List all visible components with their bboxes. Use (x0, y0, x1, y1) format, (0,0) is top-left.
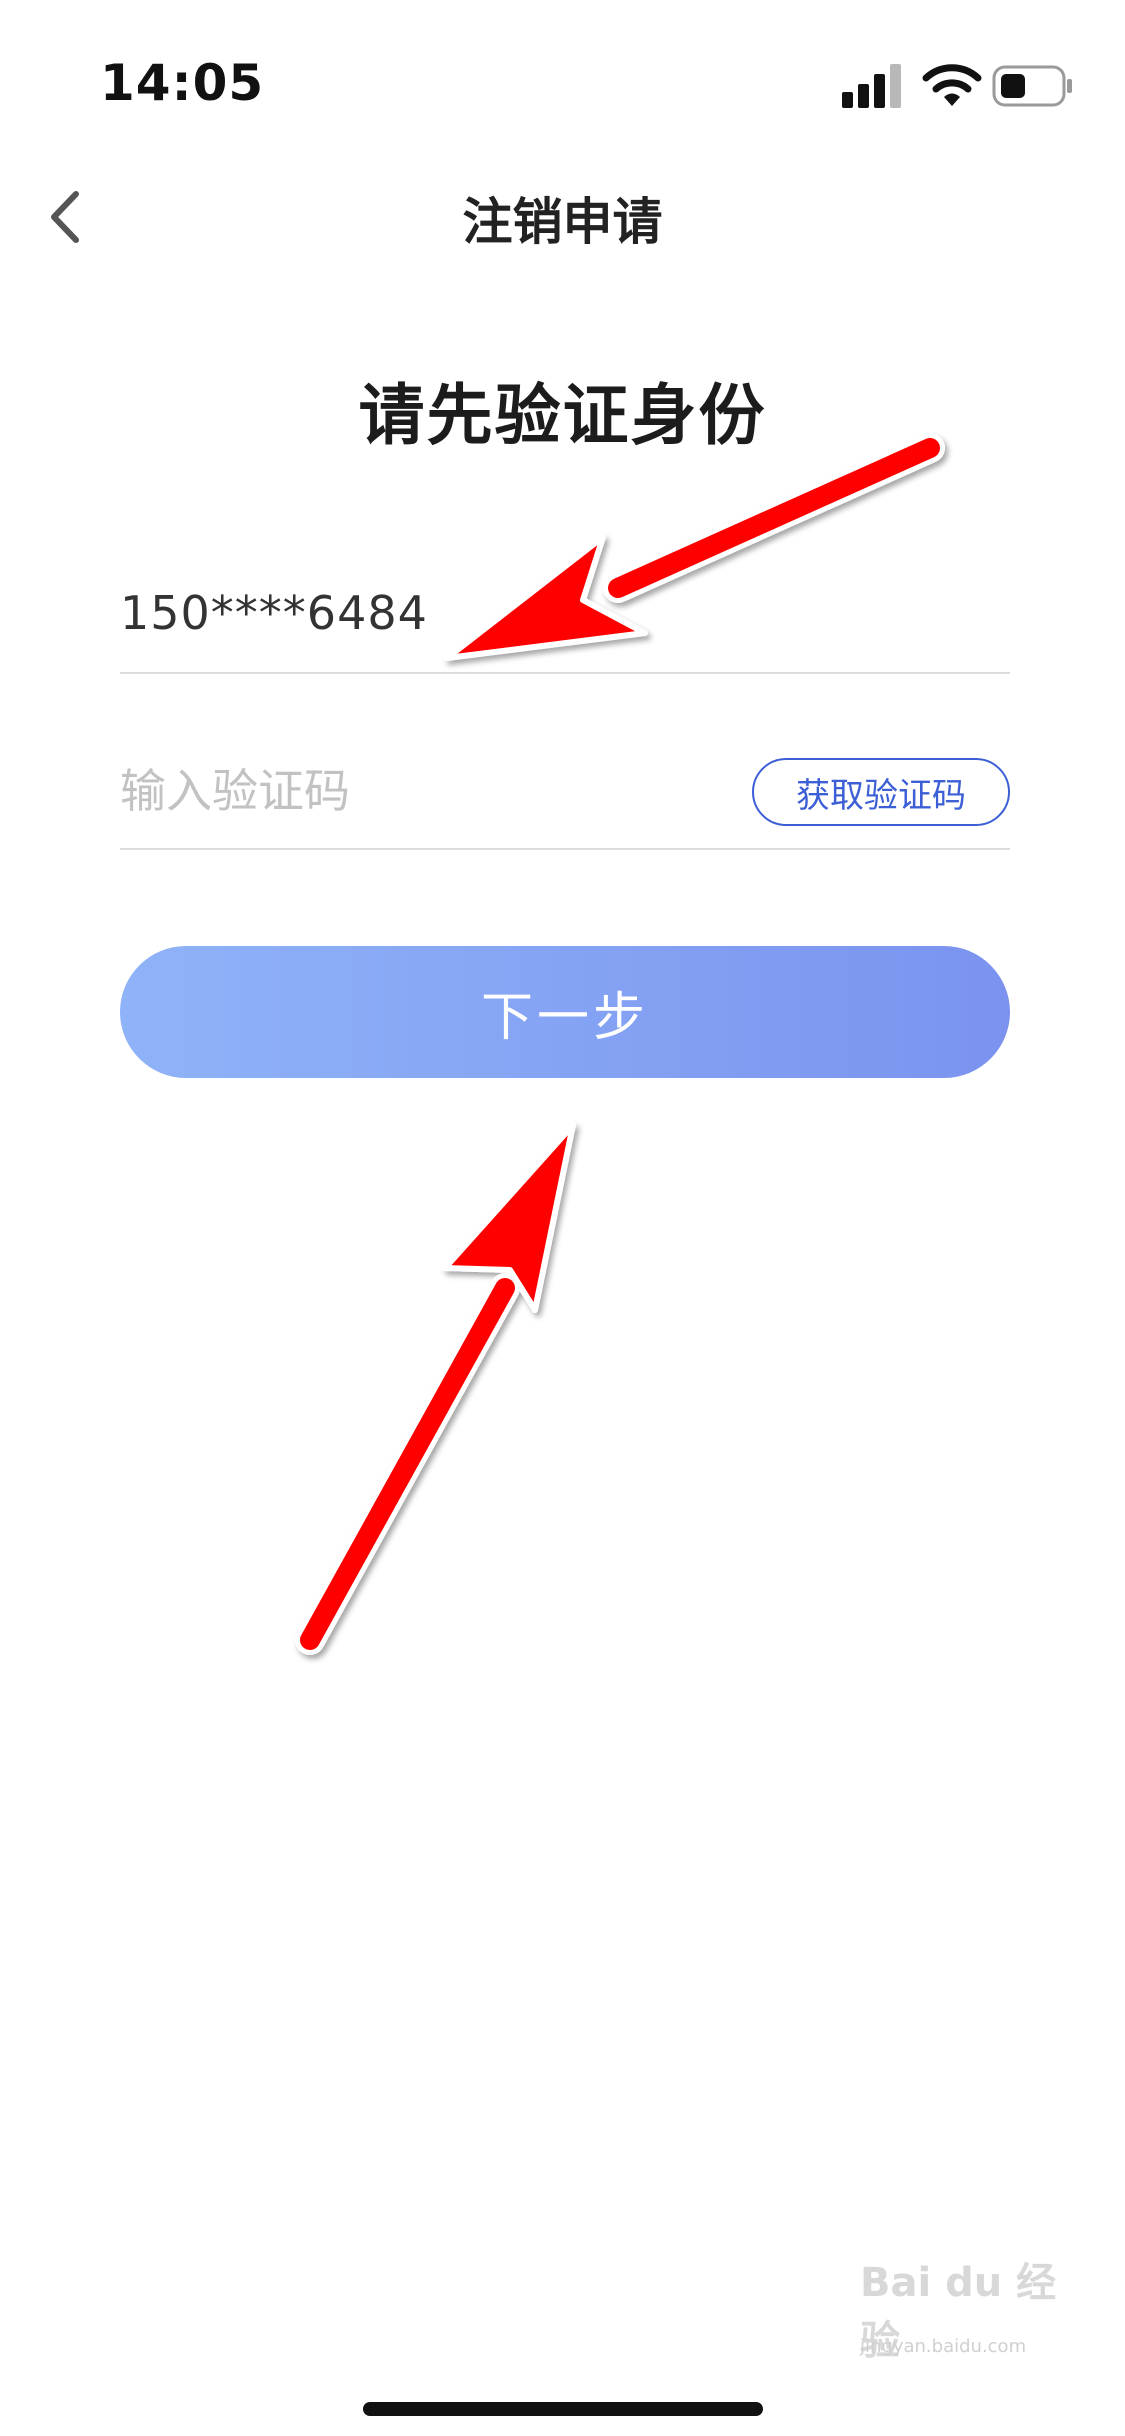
phone-number-field: 150****6484 (120, 560, 1010, 674)
watermark-url: jingyan.baidu.com (860, 2336, 1027, 2357)
verification-code-input[interactable] (120, 760, 680, 822)
phone-number-value: 150****6484 (120, 586, 428, 640)
get-code-button[interactable]: 获取验证码 (752, 758, 1010, 826)
verification-code-field: 获取验证码 (120, 734, 1010, 850)
baidu-watermark: Bai du 经验 (860, 2260, 1057, 2364)
status-time: 14:05 (100, 54, 265, 112)
wifi-icon (922, 64, 982, 106)
home-indicator (363, 2402, 763, 2416)
signal-icon (842, 64, 901, 108)
page-title: 注销申请 (462, 193, 663, 251)
verify-identity-heading: 请先验证身份 (358, 377, 767, 454)
cancel-account-screen: 14:05 注销申请 请先验证身份 150****6484 获取验证码 下一步 (0, 0, 1125, 2436)
battery-icon (992, 65, 1072, 107)
next-step-button[interactable]: 下一步 (120, 946, 1010, 1078)
arrow-to-next-button-icon (295, 1122, 576, 1655)
